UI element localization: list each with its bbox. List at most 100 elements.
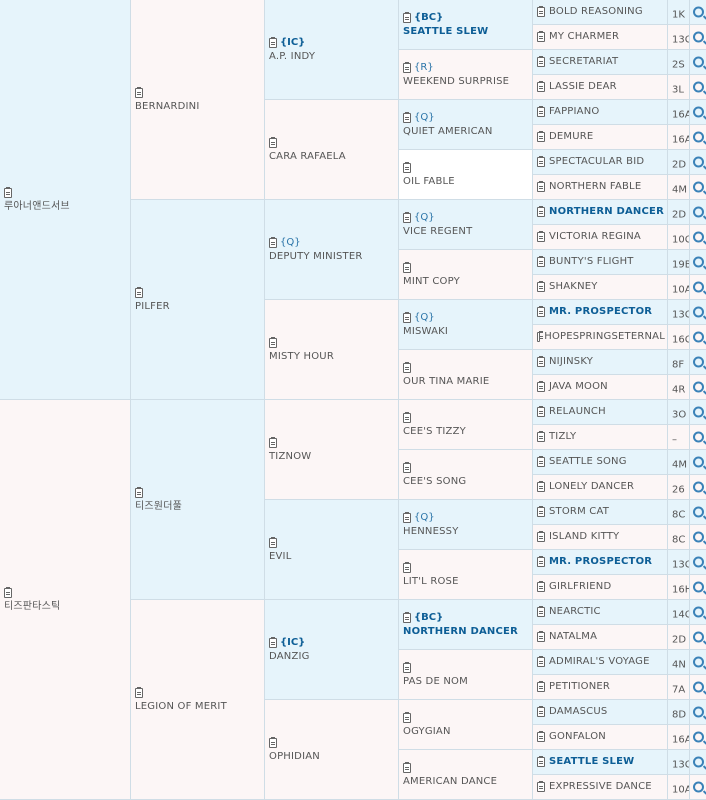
clipboard-icon[interactable] [537,606,545,617]
clipboard-icon[interactable] [537,656,545,667]
horse-name-link[interactable]: LIT'L ROSE [403,575,530,589]
horse-name-link[interactable]: STORM CAT [549,505,609,519]
clipboard-icon[interactable] [537,481,545,492]
search-icon[interactable] [693,131,704,143]
clipboard-icon[interactable] [537,431,545,442]
horse-name-link[interactable]: OPHIDIAN [269,750,396,764]
search-icon[interactable] [693,256,704,268]
horse-name-link[interactable]: CARA RAFAELA [269,150,396,164]
horse-name-link[interactable]: CEE'S TIZZY [403,425,530,439]
search-icon[interactable] [693,81,704,93]
horse-name-link[interactable]: A.P. INDY [269,50,396,64]
search-icon[interactable] [693,31,704,43]
search-icon[interactable] [693,56,704,68]
search-icon[interactable] [693,731,704,743]
search-icon[interactable] [693,206,704,218]
horse-name-link[interactable]: ADMIRAL'S VOYAGE [549,655,650,669]
clipboard-icon[interactable] [537,181,545,192]
search-icon[interactable] [693,106,704,118]
search-icon[interactable] [693,156,704,168]
horse-name-link[interactable]: SEATTLE SONG [549,455,627,469]
horse-name-link[interactable]: VICTORIA REGINA [549,230,641,244]
clipboard-icon[interactable] [537,681,545,692]
clipboard-icon[interactable] [537,306,545,317]
search-icon[interactable] [693,406,704,418]
horse-name-link[interactable]: CEE'S SONG [403,475,530,489]
clipboard-icon[interactable] [269,536,277,548]
search-icon[interactable] [693,631,704,643]
horse-name-link[interactable]: MR. PROSPECTOR [549,305,652,319]
horse-name-link[interactable]: 루아너앤드서브 [4,200,128,214]
horse-name-link[interactable]: MR. PROSPECTOR [549,555,652,569]
clipboard-icon[interactable] [537,531,545,542]
horse-name-link[interactable]: TIZLY [549,430,576,444]
horse-name-link[interactable]: DAMASCUS [549,705,607,719]
horse-name-link[interactable]: DEMURE [549,130,593,144]
horse-name-link[interactable]: HOPESPRINGSETERNAL [544,330,665,344]
search-icon[interactable] [693,306,704,318]
clipboard-icon[interactable] [403,161,411,173]
search-icon[interactable] [693,381,704,393]
horse-name-link[interactable]: PETITIONER [549,680,610,694]
search-icon[interactable] [693,681,704,693]
horse-name-link[interactable]: ISLAND KITTY [549,530,619,544]
search-icon[interactable] [693,506,704,518]
clipboard-icon[interactable] [269,436,277,448]
horse-name-link[interactable]: JAVA MOON [549,380,608,394]
clipboard-icon[interactable] [537,406,545,417]
clipboard-icon[interactable] [135,286,143,298]
horse-name-link[interactable]: OUR TINA MARIE [403,375,530,389]
horse-name-link[interactable]: AMERICAN DANCE [403,775,530,789]
clipboard-icon[interactable] [537,131,545,142]
clipboard-icon[interactable] [537,81,545,92]
horse-name-link[interactable]: GIRLFRIEND [549,580,611,594]
search-icon[interactable] [693,556,704,568]
search-icon[interactable] [693,231,704,243]
search-icon[interactable] [693,431,704,443]
horse-name-link[interactable]: MY CHARMER [549,30,619,44]
search-icon[interactable] [693,456,704,468]
horse-name-link[interactable]: BOLD REASONING [549,5,643,19]
clipboard-icon[interactable] [135,686,143,698]
clipboard-icon[interactable] [537,231,545,242]
clipboard-icon[interactable] [403,311,411,323]
search-icon[interactable] [693,281,704,293]
clipboard-icon[interactable] [135,486,143,498]
horse-name-link[interactable]: NEARCTIC [549,605,601,619]
clipboard-icon[interactable] [403,411,411,423]
clipboard-icon[interactable] [537,706,545,717]
horse-name-link[interactable]: LONELY DANCER [549,480,634,494]
horse-name-link[interactable]: QUIET AMERICAN [403,125,530,139]
horse-name-link[interactable]: MISTY HOUR [269,350,396,364]
clipboard-icon[interactable] [537,356,545,367]
horse-name-link[interactable]: FAPPIANO [549,105,599,119]
clipboard-icon[interactable] [537,581,545,592]
clipboard-icon[interactable] [269,136,277,148]
horse-name-link[interactable]: SHAKNEY [549,280,598,294]
clipboard-icon[interactable] [537,456,545,467]
horse-name-link[interactable]: 티즈판타스틱 [4,600,128,614]
clipboard-icon[interactable] [403,461,411,473]
horse-name-link[interactable]: LASSIE DEAR [549,80,617,94]
search-icon[interactable] [693,356,704,368]
horse-name-link[interactable]: WEEKEND SURPRISE [403,75,530,89]
clipboard-icon[interactable] [537,106,545,117]
clipboard-icon[interactable] [537,731,545,742]
horse-name-link[interactable]: MINT COPY [403,275,530,289]
search-icon[interactable] [693,706,704,718]
search-icon[interactable] [693,581,704,593]
horse-name-link[interactable]: GONFALON [549,730,606,744]
clipboard-icon[interactable] [269,36,277,48]
horse-name-link[interactable]: DANZIG [269,650,396,664]
clipboard-icon[interactable] [403,111,411,123]
horse-name-link[interactable]: PILFER [135,300,262,314]
search-icon[interactable] [693,781,704,793]
clipboard-icon[interactable] [403,261,411,273]
horse-name-link[interactable]: LEGION OF MERIT [135,700,262,714]
clipboard-icon[interactable] [403,211,411,223]
clipboard-icon[interactable] [537,156,545,167]
horse-name-link[interactable]: BUNTY'S FLIGHT [549,255,634,269]
clipboard-icon[interactable] [537,381,545,392]
horse-name-link[interactable]: RELAUNCH [549,405,606,419]
clipboard-icon[interactable] [537,281,545,292]
